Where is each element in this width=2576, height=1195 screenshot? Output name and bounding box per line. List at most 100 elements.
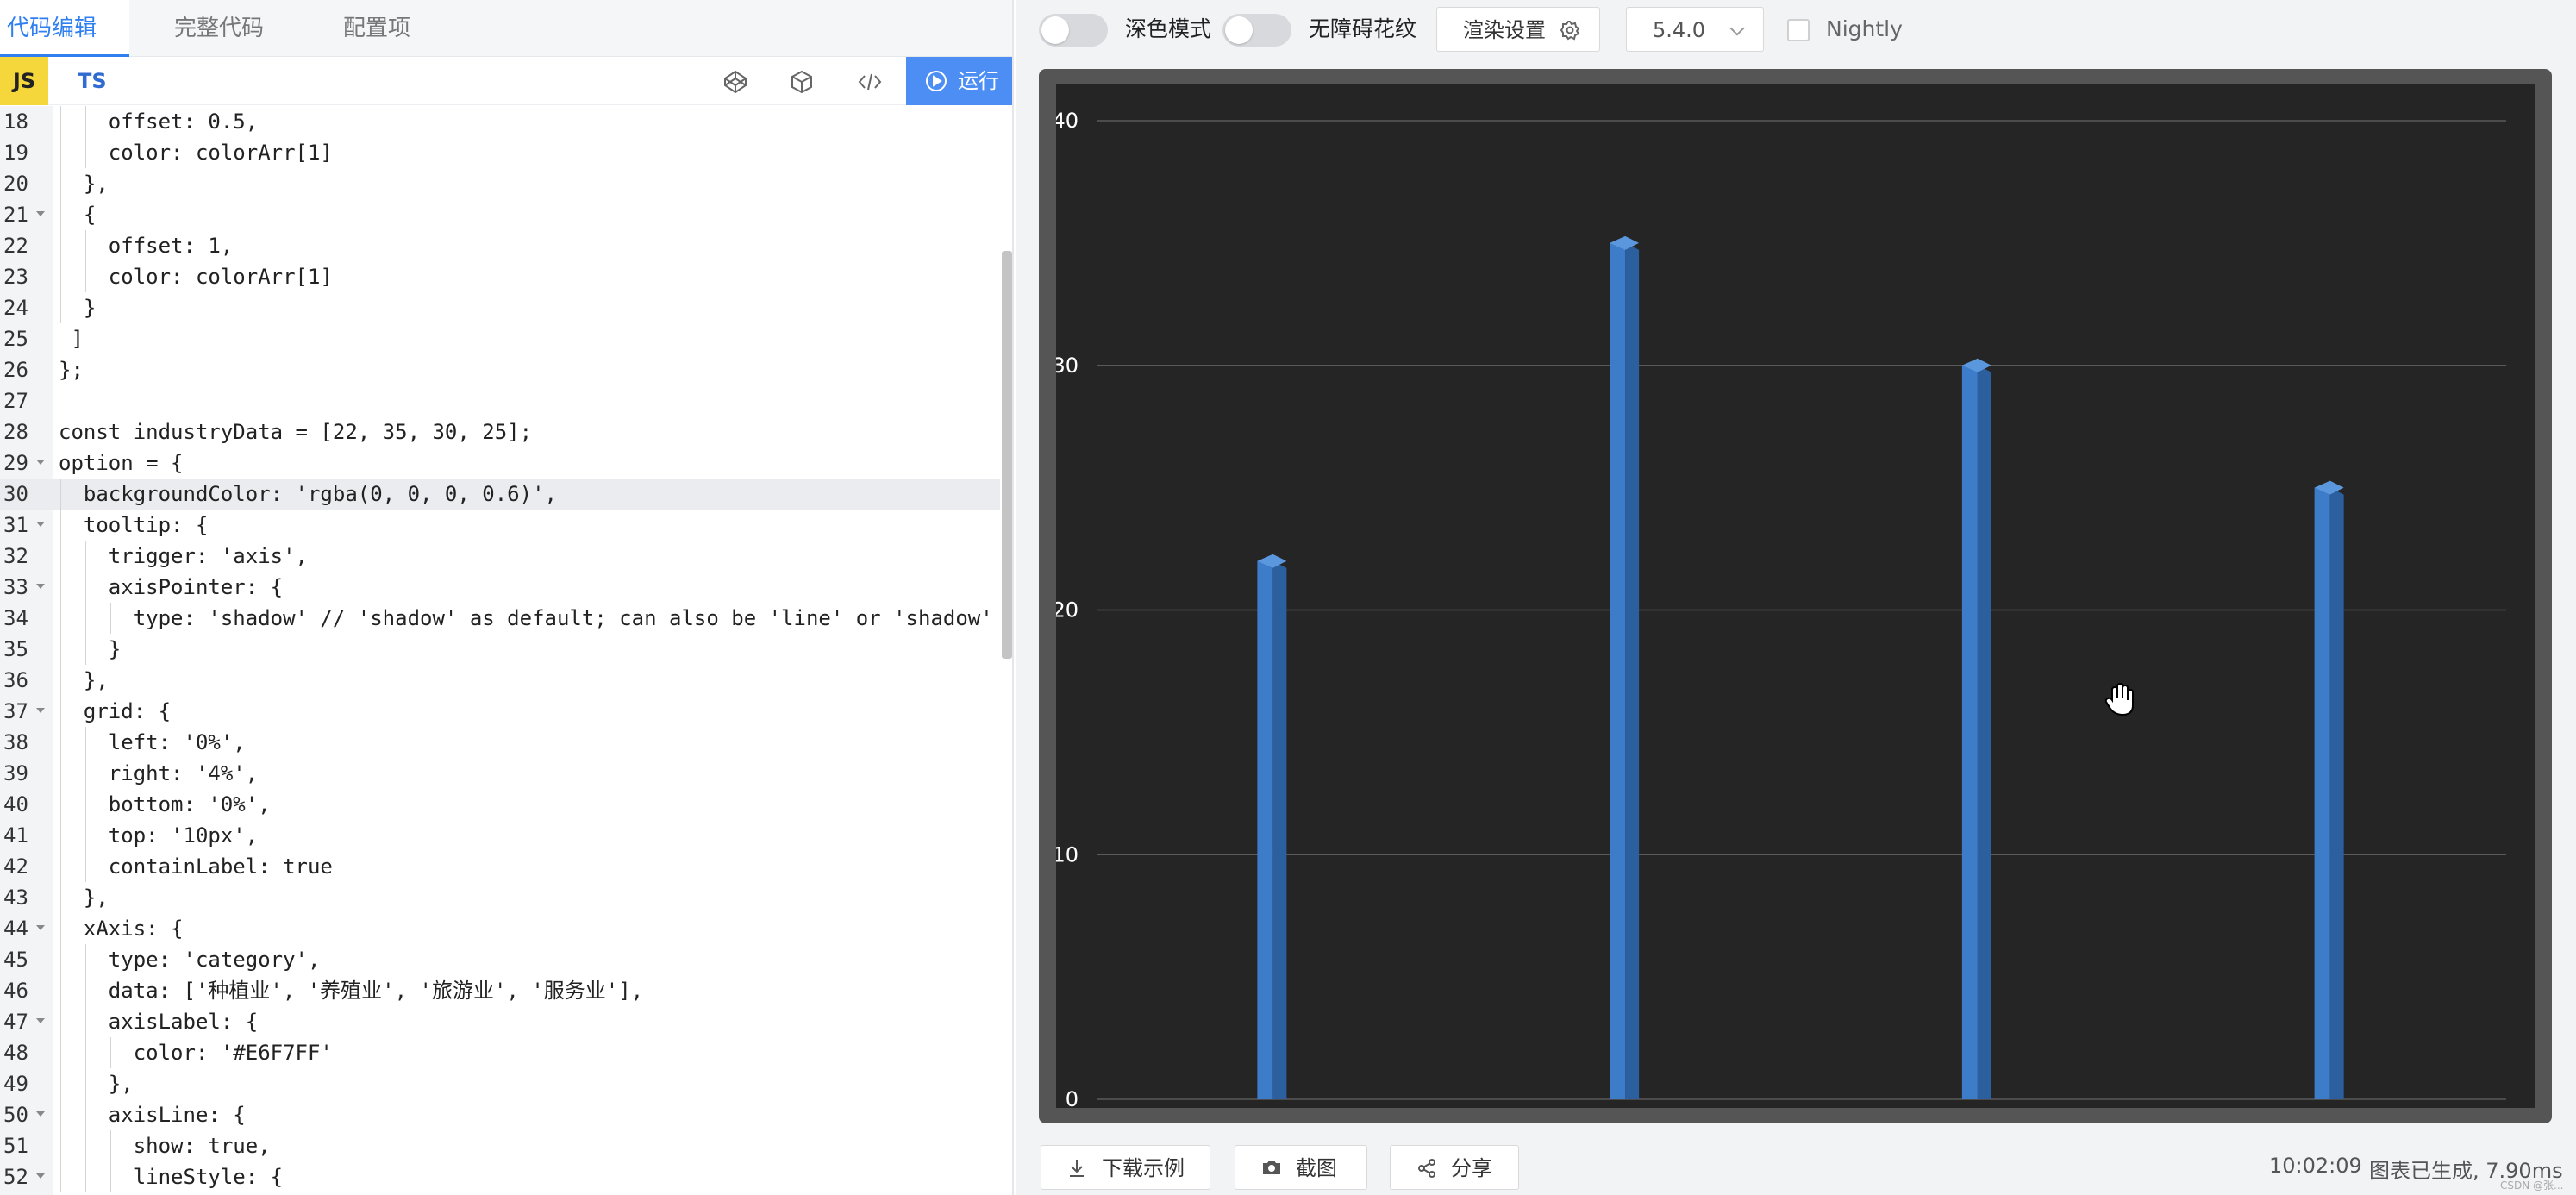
share-label: 分享 (1451, 1156, 1492, 1180)
fold-arrow-icon[interactable] (36, 522, 45, 527)
code-text: type: 'shadow' // 'shadow' as default; c… (59, 606, 993, 630)
line-number: 20 (3, 172, 28, 196)
code-line[interactable]: 51 show: true, (0, 1130, 1000, 1161)
fold-arrow-icon[interactable] (36, 584, 45, 589)
bar-chart[interactable]: 010203040种植业养殖业旅游业服务业 (1056, 84, 2535, 1108)
line-number: 34 (3, 606, 28, 630)
code-text: data: ['种植业', '养殖业', '旅游业', '服务业'], (59, 979, 644, 1003)
tab-full-code[interactable]: 完整代码 (150, 0, 288, 57)
line-number: 28 (3, 420, 28, 444)
version-select[interactable]: 5.4.0 (1626, 7, 1764, 52)
code-line[interactable]: 32 trigger: 'axis', (0, 541, 1000, 572)
code-text: right: '4%', (59, 761, 259, 785)
code-line[interactable]: 28 const industryData = [22, 35, 30, 25]; (0, 416, 1000, 447)
code-line[interactable]: 23 color: colorArr[1] (0, 261, 1000, 292)
code-icon[interactable] (857, 69, 883, 95)
code-line[interactable]: 39 right: '4%', (0, 758, 1000, 789)
code-text: show: true, (59, 1134, 271, 1158)
code-line[interactable]: 36 }, (0, 665, 1000, 696)
code-text: offset: 0.5, (59, 109, 259, 134)
line-number: 26 (3, 358, 28, 382)
code-line[interactable]: 41 top: '10px', (0, 820, 1000, 851)
line-number: 49 (3, 1072, 28, 1096)
code-line[interactable]: 44 xAxis: { (0, 913, 1000, 944)
nightly-checkbox[interactable] (1787, 19, 1810, 41)
code-line[interactable]: 49 }, (0, 1068, 1000, 1099)
code-line[interactable]: 48 color: '#E6F7FF' (0, 1037, 1000, 1068)
code-line[interactable]: 43 }, (0, 882, 1000, 913)
codepen-icon[interactable] (722, 69, 748, 95)
code-line[interactable]: 52 lineStyle: { (0, 1161, 1000, 1192)
fold-arrow-icon[interactable] (36, 925, 45, 930)
code-area[interactable]: 18 offset: 0.5, 19 color: colorArr[1] 20 }… (0, 106, 1012, 1195)
code-text: }, (59, 172, 109, 196)
tab-code-edit[interactable]: 代码编辑 (0, 0, 129, 57)
line-number: 35 (3, 637, 28, 661)
code-line[interactable]: 26}; (0, 354, 1000, 385)
code-line[interactable]: 37 grid: { (0, 696, 1000, 727)
share-button[interactable]: 分享 (1390, 1145, 1519, 1190)
code-line[interactable]: 47 axisLabel: { (0, 1006, 1000, 1037)
lang-ts-button[interactable]: TS (78, 57, 107, 105)
code-line[interactable]: 38 left: '0%', (0, 727, 1000, 758)
code-line[interactable]: 19 color: colorArr[1] (0, 137, 1000, 168)
code-text: color: colorArr[1] (59, 141, 333, 165)
aria-pattern-label: 无障碍花纹 (1309, 16, 1417, 41)
line-number: 24 (3, 296, 28, 320)
code-line[interactable]: 20 }, (0, 168, 1000, 199)
line-number: 40 (3, 792, 28, 816)
line-number: 44 (3, 917, 28, 941)
code-text: tooltip: { (59, 513, 209, 537)
code-line[interactable]: 24 } (0, 292, 1000, 323)
hand-cursor-icon (2104, 682, 2135, 717)
codesandbox-icon[interactable] (789, 69, 815, 95)
fold-arrow-icon[interactable] (36, 460, 45, 465)
line-number: 52 (3, 1165, 28, 1189)
y-tick-label: 0 (1066, 1087, 1079, 1108)
code-line[interactable]: 27 (0, 385, 1000, 416)
code-line[interactable]: 34 type: 'shadow' // 'shadow' as default… (0, 603, 1000, 634)
code-line[interactable]: 22 offset: 1, (0, 230, 1000, 261)
screenshot-button[interactable]: 截图 (1235, 1145, 1367, 1190)
tab-config[interactable]: 配置项 (319, 0, 435, 57)
dark-mode-label: 深色模式 (1125, 16, 1212, 41)
lang-js-button[interactable]: JS (0, 57, 48, 105)
fold-arrow-icon[interactable] (36, 1018, 45, 1023)
code-line[interactable]: 42 containLabel: true (0, 851, 1000, 882)
code-line[interactable]: 35 } (0, 634, 1000, 665)
line-number: 37 (3, 699, 28, 723)
code-text: option = { (59, 451, 184, 475)
editor-scrollbar[interactable] (1002, 251, 1012, 659)
status-time: 10:02:09 (2269, 1154, 2362, 1178)
code-line[interactable]: 31 tooltip: { (0, 510, 1000, 541)
code-line[interactable]: 50 axisLine: { (0, 1099, 1000, 1130)
download-icon (1070, 1160, 1084, 1177)
fold-arrow-icon[interactable] (36, 211, 45, 216)
code-editor-panel: 代码编辑 完整代码 配置项 JS TS 运行 18 offset: 0.5, 1… (0, 0, 1014, 1195)
line-number: 33 (3, 575, 28, 599)
aria-pattern-toggle[interactable] (1222, 14, 1291, 47)
download-example-button[interactable]: 下载示例 (1041, 1145, 1210, 1190)
code-line[interactable]: 40 bottom: '0%', (0, 789, 1000, 820)
version-value: 5.4.0 (1653, 18, 1706, 42)
code-line[interactable]: 25 ] (0, 323, 1000, 354)
render-settings-button[interactable]: 渲染设置 (1436, 7, 1600, 52)
tab-config-label: 配置项 (343, 16, 411, 41)
fold-arrow-icon[interactable] (36, 708, 45, 713)
code-line[interactable]: 29 option = { (0, 447, 1000, 479)
code-line[interactable]: 30 backgroundColor: 'rgba(0, 0, 0, 0.6)'… (0, 479, 1000, 510)
fold-arrow-icon[interactable] (36, 1111, 45, 1117)
code-line[interactable]: 45 type: 'category', (0, 944, 1000, 975)
code-line[interactable]: 33 axisPointer: { (0, 572, 1000, 603)
code-line[interactable]: 46 data: ['种植业', '养殖业', '旅游业', '服务业'], (0, 975, 1000, 1006)
line-number: 31 (3, 513, 28, 537)
line-number: 23 (3, 265, 28, 289)
dark-mode-toggle[interactable] (1039, 14, 1108, 47)
fold-arrow-icon[interactable] (36, 1173, 45, 1179)
line-number: 27 (3, 389, 28, 413)
nightly-label: Nightly (1826, 16, 1903, 41)
bar-front (1961, 365, 1978, 1099)
code-line[interactable]: 18 offset: 0.5, (0, 106, 1000, 137)
code-line[interactable]: 21 { (0, 199, 1000, 230)
run-button[interactable]: 运行 (906, 57, 1012, 105)
